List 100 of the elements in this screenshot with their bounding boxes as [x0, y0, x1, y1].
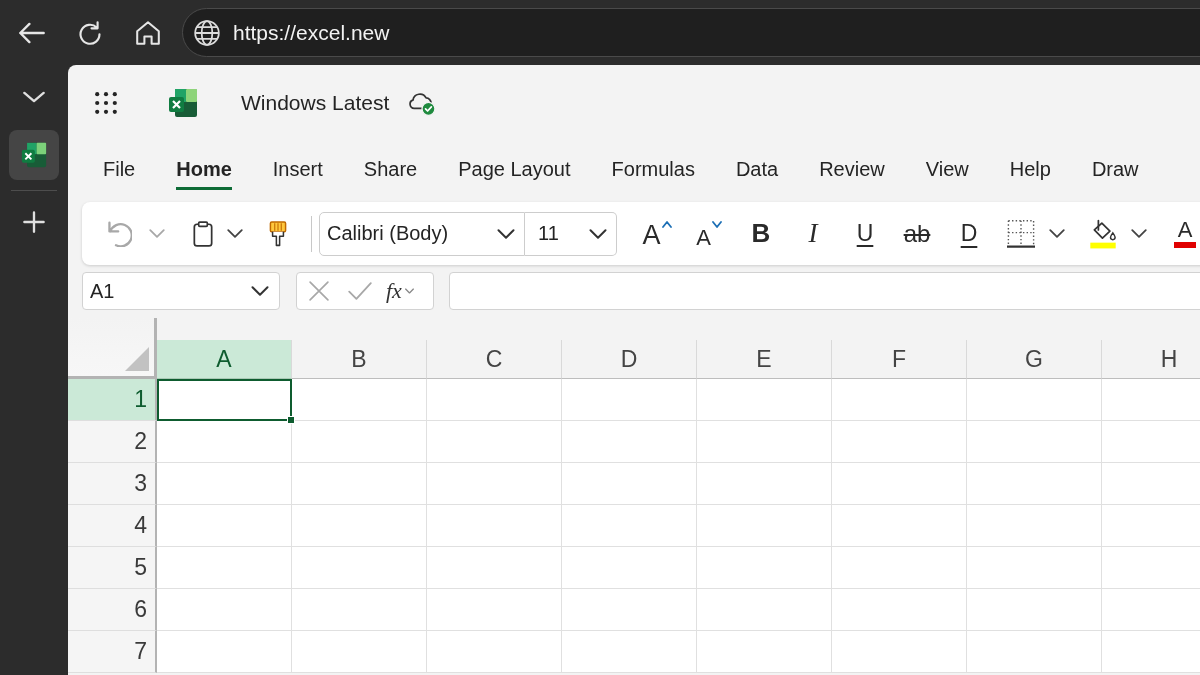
sheet-cell[interactable] — [697, 547, 832, 589]
strikethrough-button[interactable]: ab — [897, 211, 937, 256]
sheet-cell[interactable] — [967, 463, 1102, 505]
sheet-cell[interactable] — [832, 379, 967, 421]
ribbon-tab[interactable]: Help — [1009, 149, 1051, 190]
ribbon-tab[interactable]: Insert — [272, 149, 323, 190]
sheet-cell[interactable] — [427, 505, 562, 547]
italic-button[interactable]: I — [793, 211, 833, 256]
sheet-cell[interactable] — [292, 631, 427, 673]
sheet-cell[interactable] — [427, 631, 562, 673]
sheet-cell[interactable] — [832, 505, 967, 547]
ribbon-tab[interactable]: View — [925, 149, 969, 190]
ribbon-tab[interactable]: Home — [176, 149, 232, 190]
sheet-cell[interactable] — [967, 421, 1102, 463]
column-header[interactable]: C — [427, 340, 562, 379]
sheet-cell[interactable] — [832, 589, 967, 631]
sheet-cell[interactable] — [157, 421, 292, 463]
bold-button[interactable]: B — [741, 211, 781, 256]
address-field[interactable]: https://excel.new — [182, 8, 1200, 57]
sheet-cell[interactable] — [157, 463, 292, 505]
sheet-cell[interactable] — [292, 589, 427, 631]
sheet-cell[interactable] — [292, 379, 427, 421]
sheet-cell[interactable] — [832, 631, 967, 673]
double-underline-button[interactable]: D — [949, 211, 989, 256]
row-header[interactable]: 4 — [68, 505, 157, 547]
sheet-cell[interactable] — [562, 589, 697, 631]
ribbon-tab[interactable]: Share — [363, 149, 418, 190]
ribbon-tab[interactable]: File — [103, 149, 136, 190]
sheet-cell[interactable] — [1102, 421, 1200, 463]
sheet-cell[interactable] — [1102, 379, 1200, 421]
sheet-cell[interactable] — [157, 505, 292, 547]
row-header[interactable]: 6 — [68, 589, 157, 631]
sheet-cell[interactable] — [697, 379, 832, 421]
sheet-cell[interactable] — [697, 631, 832, 673]
sheet-cell[interactable] — [1102, 589, 1200, 631]
row-header[interactable]: 2 — [68, 421, 157, 463]
sheet-cell[interactable] — [832, 547, 967, 589]
sheet-cell[interactable] — [427, 547, 562, 589]
font-size-dropdown[interactable]: 11 — [525, 211, 617, 256]
font-color-button[interactable]: A — [1165, 211, 1200, 256]
fill-handle[interactable] — [287, 416, 295, 424]
sheet-cell[interactable] — [1102, 631, 1200, 673]
sheet-cell[interactable] — [967, 505, 1102, 547]
ribbon-tab[interactable]: Formulas — [611, 149, 695, 190]
sheet-cell[interactable] — [157, 589, 292, 631]
sheet-cell[interactable] — [697, 463, 832, 505]
column-header[interactable]: A — [157, 340, 292, 379]
ribbon-tab[interactable]: Data — [735, 149, 779, 190]
sheet-cell[interactable] — [292, 463, 427, 505]
document-title[interactable]: Windows Latest — [241, 91, 390, 115]
column-header[interactable]: E — [697, 340, 832, 379]
sheet-cell[interactable] — [967, 379, 1102, 421]
row-header[interactable]: 3 — [68, 463, 157, 505]
select-all-button[interactable] — [68, 318, 157, 379]
font-name-dropdown[interactable]: Calibri (Body) — [319, 211, 525, 256]
ribbon-tab[interactable]: Page Layout — [458, 149, 571, 190]
sheet-cell[interactable] — [427, 421, 562, 463]
underline-button[interactable]: U — [845, 211, 885, 256]
row-header[interactable]: 1 — [68, 379, 157, 421]
row-header[interactable]: 7 — [68, 631, 157, 673]
sheet-cell[interactable] — [427, 589, 562, 631]
sheet-cell[interactable] — [697, 589, 832, 631]
sheet-cell[interactable] — [832, 463, 967, 505]
sheet-cell[interactable] — [1102, 547, 1200, 589]
sheet-cell[interactable] — [562, 421, 697, 463]
sheet-cell[interactable] — [1102, 505, 1200, 547]
sheet-cell[interactable] — [292, 421, 427, 463]
formula-input[interactable] — [449, 272, 1200, 310]
sheet-cell[interactable] — [562, 505, 697, 547]
sheet-cell[interactable] — [157, 547, 292, 589]
column-header[interactable]: G — [967, 340, 1102, 379]
row-header[interactable]: 5 — [68, 547, 157, 589]
active-cell[interactable] — [157, 379, 292, 421]
column-header[interactable]: F — [832, 340, 967, 379]
sheet-cell[interactable] — [697, 505, 832, 547]
column-header[interactable]: B — [292, 340, 427, 379]
sidebar-tab[interactable] — [9, 130, 59, 180]
shrink-font-button[interactable]: A — [689, 211, 729, 256]
sheet-cell[interactable] — [427, 463, 562, 505]
sheet-cell[interactable] — [697, 421, 832, 463]
sheet-cell[interactable] — [967, 589, 1102, 631]
sheet-cell[interactable] — [967, 631, 1102, 673]
ribbon-tab[interactable]: Draw — [1091, 149, 1139, 190]
name-box[interactable]: A1 — [82, 272, 280, 310]
sheet-cell[interactable] — [1102, 463, 1200, 505]
sheet-cell[interactable] — [292, 547, 427, 589]
grow-font-button[interactable]: A — [637, 211, 677, 256]
sheet-cell[interactable] — [157, 631, 292, 673]
sheet-cell[interactable] — [832, 421, 967, 463]
column-header[interactable]: D — [562, 340, 697, 379]
sheet-cell[interactable] — [967, 547, 1102, 589]
app-launcher-button[interactable] — [95, 92, 117, 114]
ribbon-tab[interactable]: Review — [819, 149, 885, 190]
insert-function-button[interactable]: fx — [386, 276, 414, 306]
sheet-cell[interactable] — [562, 631, 697, 673]
sheet-cell[interactable] — [562, 547, 697, 589]
sheet-cell[interactable] — [427, 379, 562, 421]
sheet-cell[interactable] — [562, 463, 697, 505]
sheet-cell[interactable] — [562, 379, 697, 421]
sheet-cell[interactable] — [292, 505, 427, 547]
